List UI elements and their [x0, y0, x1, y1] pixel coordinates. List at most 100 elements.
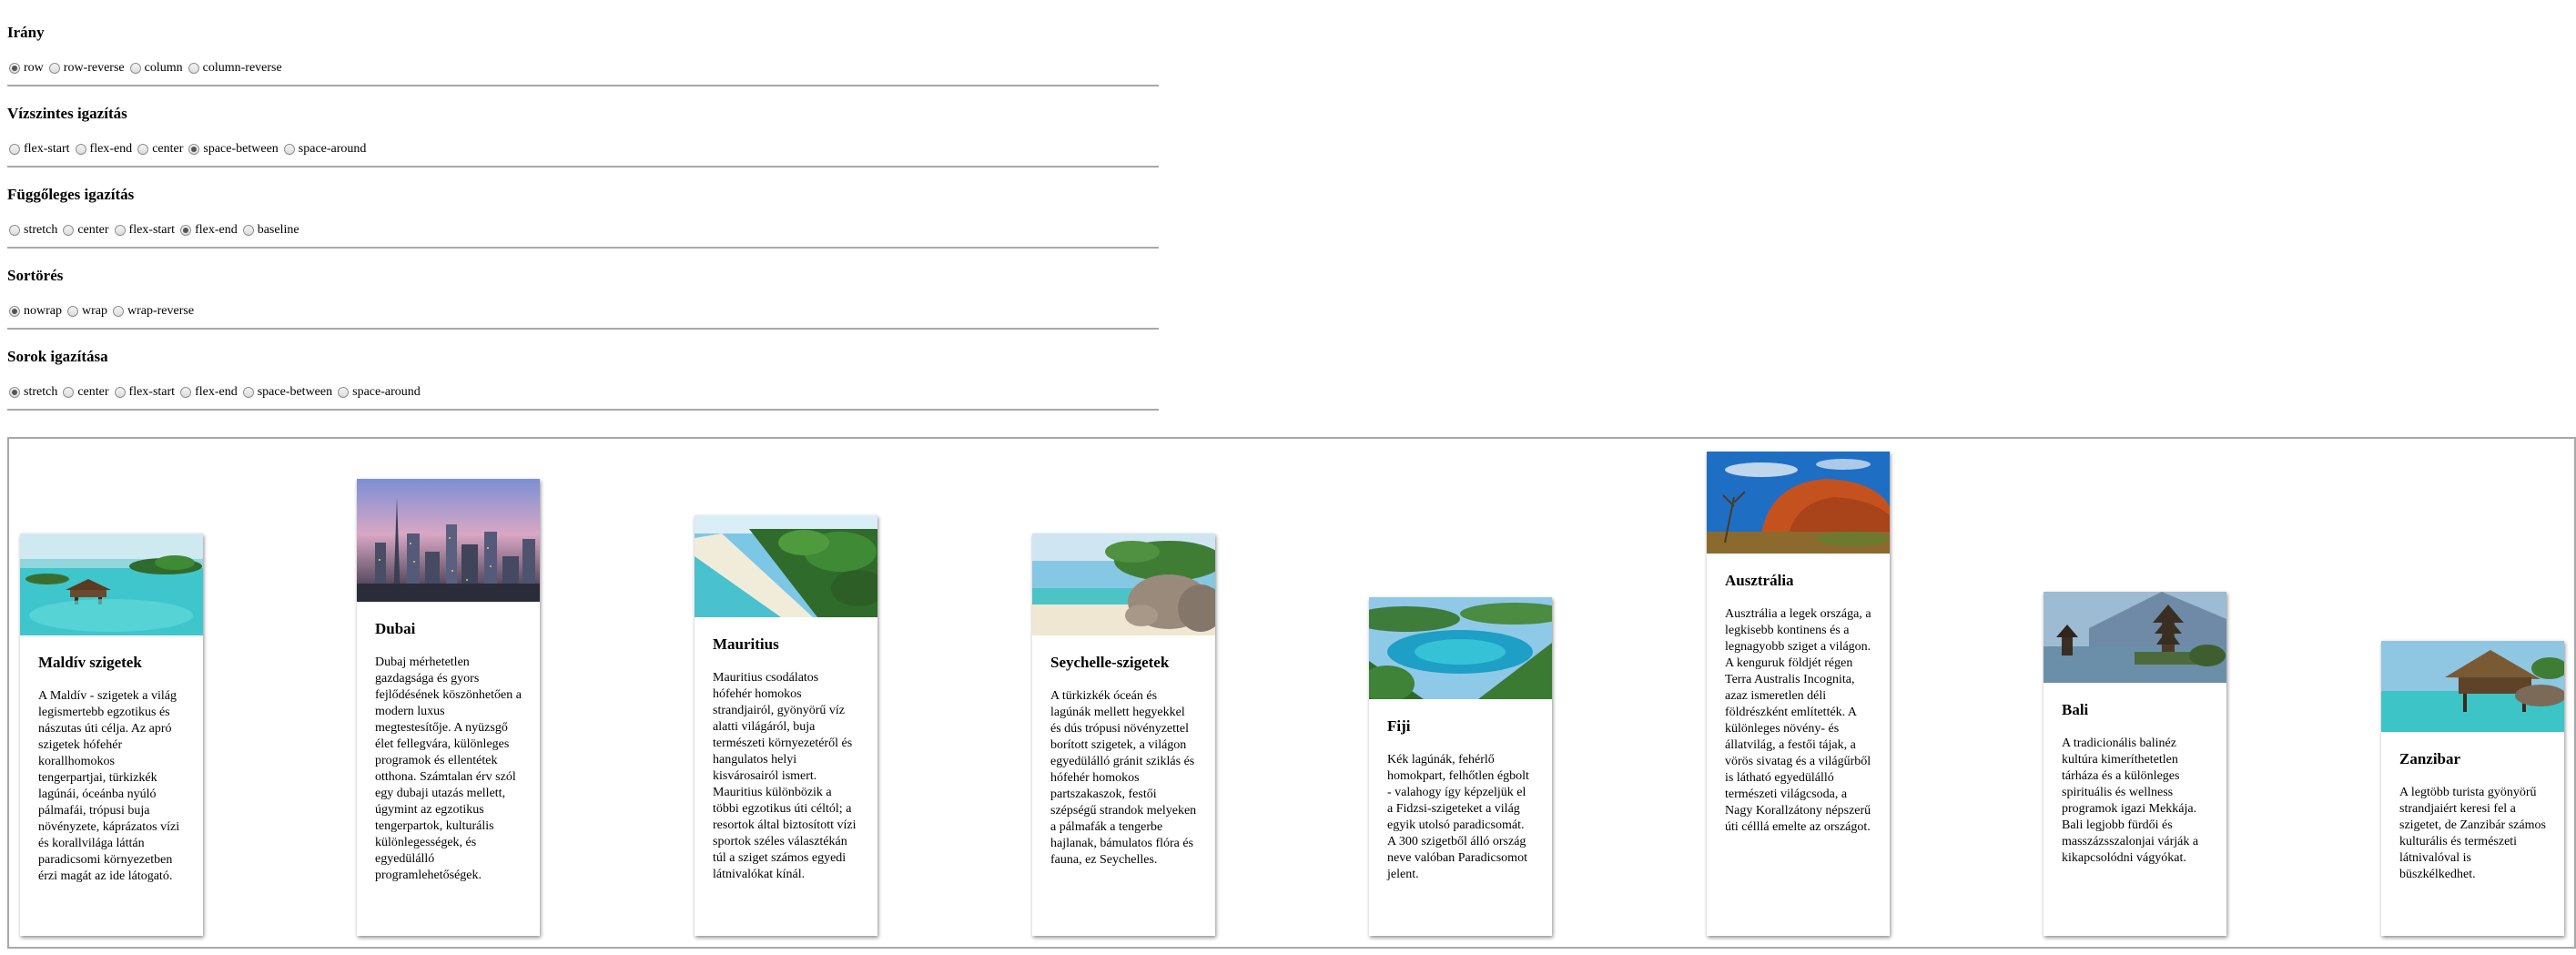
radio-option[interactable]: row-reverse: [48, 60, 125, 76]
radio-option[interactable]: space-between: [242, 384, 333, 401]
destination-card: Mauritius Mauritius csodálatos hófehér ho…: [695, 515, 877, 936]
option-group: Irány row row-reverse column column-reverse: [0, 0, 1159, 86]
destination-card: Bali A tradicionális balinéz kultúra kime…: [2044, 592, 2226, 936]
radio-button[interactable]: [180, 225, 192, 236]
option-group: Sortörés nowrap wrap wrap-reverse: [0, 243, 1159, 330]
radio-option[interactable]: row: [9, 60, 44, 76]
radio-button[interactable]: [137, 144, 149, 155]
card-title: Maldív szigetek: [38, 654, 142, 671]
zanzibar-hut-photo: [2381, 641, 2564, 732]
radio-button[interactable]: [129, 63, 141, 74]
radio-button[interactable]: [283, 144, 295, 155]
radio-label: center: [152, 142, 184, 156]
radio-option[interactable]: baseline: [242, 222, 299, 239]
radio-option[interactable]: center: [63, 384, 109, 401]
radio-button[interactable]: [75, 144, 86, 155]
card-text: A tradicionális balinéz kultúra kimeríth…: [2062, 737, 2199, 865]
card-body: Ausztrália Ausztrália a legek országa, a …: [1707, 572, 1890, 836]
radio-button[interactable]: [9, 144, 20, 155]
seychelles-rocks-photo: [1032, 533, 1215, 635]
radio-option[interactable]: center: [137, 141, 183, 157]
radio-button[interactable]: [63, 387, 75, 398]
radio-label: space-between: [257, 385, 333, 399]
radio-option[interactable]: column: [129, 60, 183, 76]
radio-label: wrap-reverse: [127, 304, 195, 318]
option-group: Sorok igazítása stretch center flex-start fl…: [0, 324, 1159, 411]
radio-option[interactable]: center: [63, 222, 109, 239]
bali-temple-photo: [2044, 592, 2226, 683]
radio-option[interactable]: wrap: [67, 303, 107, 320]
radio-option[interactable]: flex-end: [180, 384, 238, 401]
radio-button[interactable]: [9, 63, 20, 74]
card-title: Fiji: [1387, 717, 1411, 735]
radio-option[interactable]: flex-start: [114, 222, 176, 239]
radio-button[interactable]: [113, 306, 124, 317]
radio-label: space-between: [203, 142, 279, 156]
radio-option[interactable]: space-between: [188, 141, 279, 157]
radio-button[interactable]: [63, 225, 75, 236]
destinations-flex-container: Maldív szigetek A Maldív - szigetek a vil…: [7, 437, 2576, 949]
radio-button[interactable]: [188, 144, 200, 155]
radio-button[interactable]: [188, 63, 199, 74]
australia-uluru-photo: [1707, 452, 1890, 554]
destination-card: Fiji Kék lagúnák, fehérlő homokpart, felh…: [1369, 597, 1552, 936]
radio-button[interactable]: [114, 387, 126, 398]
radio-option[interactable]: flex-end: [75, 141, 132, 157]
radio-label: nowrap: [24, 304, 62, 318]
card-body: Bali A tradicionális balinéz kultúra kime…: [2044, 701, 2226, 867]
radio-option[interactable]: nowrap: [9, 303, 62, 320]
radio-label: wrap: [82, 304, 107, 318]
radio-label: stretch: [24, 385, 58, 399]
option-group: Függőleges igazítás stretch center flex-sta…: [0, 162, 1159, 249]
radio-button[interactable]: [9, 306, 20, 317]
radio-label: row-reverse: [63, 61, 125, 75]
radio-label: baseline: [257, 223, 299, 237]
radio-option[interactable]: stretch: [9, 384, 57, 401]
radio-option[interactable]: wrap-reverse: [113, 303, 194, 320]
radio-button[interactable]: [242, 225, 254, 236]
destination-card: Maldív szigetek A Maldív - szigetek a vil…: [20, 533, 203, 936]
dubai-skyline-photo: [357, 479, 540, 602]
option-group-title: Függőleges igazítás: [7, 186, 135, 203]
radio-label: flex-end: [195, 223, 238, 237]
radio-label: center: [77, 385, 109, 399]
card-body: Maldív szigetek A Maldív - szigetek a vil…: [20, 654, 203, 885]
radio-button[interactable]: [114, 225, 126, 236]
option-group-title: Irány: [7, 24, 45, 41]
radio-label: column-reverse: [202, 61, 282, 75]
radio-button[interactable]: [180, 387, 192, 398]
radio-option[interactable]: flex-start: [9, 141, 70, 157]
radio-label: flex-end: [195, 385, 238, 399]
radio-button[interactable]: [9, 225, 20, 236]
destination-card: Seychelle-szigetek A türkizkék óceán és l…: [1032, 533, 1215, 936]
radio-label: flex-start: [128, 223, 176, 237]
radio-group: stretch center flex-start flex-end space-bet…: [9, 384, 426, 401]
radio-option[interactable]: space-around: [283, 141, 366, 157]
card-text: Ausztrália a legek országa, a legkisebb …: [1725, 607, 1871, 834]
radio-group: row row-reverse column column-reverse: [9, 60, 288, 76]
card-title: Mauritius: [713, 635, 779, 653]
radio-option[interactable]: stretch: [9, 222, 57, 239]
radio-button[interactable]: [9, 387, 20, 398]
option-group: Vízszintes igazítás flex-start flex-end cen…: [0, 81, 1159, 168]
radio-group: stretch center flex-start flex-end baseline: [9, 222, 305, 239]
radio-button[interactable]: [67, 306, 78, 317]
card-text: Dubaj mérhetetlen gazdagsága és gyors fe…: [375, 655, 522, 882]
destination-card: Ausztrália Ausztrália a legek országa, a …: [1707, 452, 1890, 936]
destination-card: Dubai Dubaj mérhetetlen gazdagsága és gyo…: [357, 479, 540, 936]
card-body: Zanzibar A legtöbb turista gyönyörű stran…: [2381, 750, 2564, 883]
card-title: Seychelle-szigetek: [1050, 654, 1170, 671]
card-title: Ausztrália: [1725, 572, 1794, 589]
radio-label: row: [24, 61, 44, 75]
option-group-title: Sorok igazítása: [7, 348, 108, 365]
radio-option[interactable]: flex-end: [180, 222, 238, 239]
radio-option[interactable]: space-around: [338, 384, 421, 401]
card-body: Fiji Kék lagúnák, fehérlő homokpart, felh…: [1369, 717, 1552, 883]
radio-button[interactable]: [48, 63, 60, 74]
card-text: Mauritius csodálatos hófehér homokos str…: [713, 671, 857, 881]
radio-button[interactable]: [242, 387, 254, 398]
radio-button[interactable]: [338, 387, 350, 398]
radio-option[interactable]: column-reverse: [188, 60, 282, 76]
radio-option[interactable]: flex-start: [114, 384, 175, 401]
radio-label: flex-start: [24, 142, 70, 156]
